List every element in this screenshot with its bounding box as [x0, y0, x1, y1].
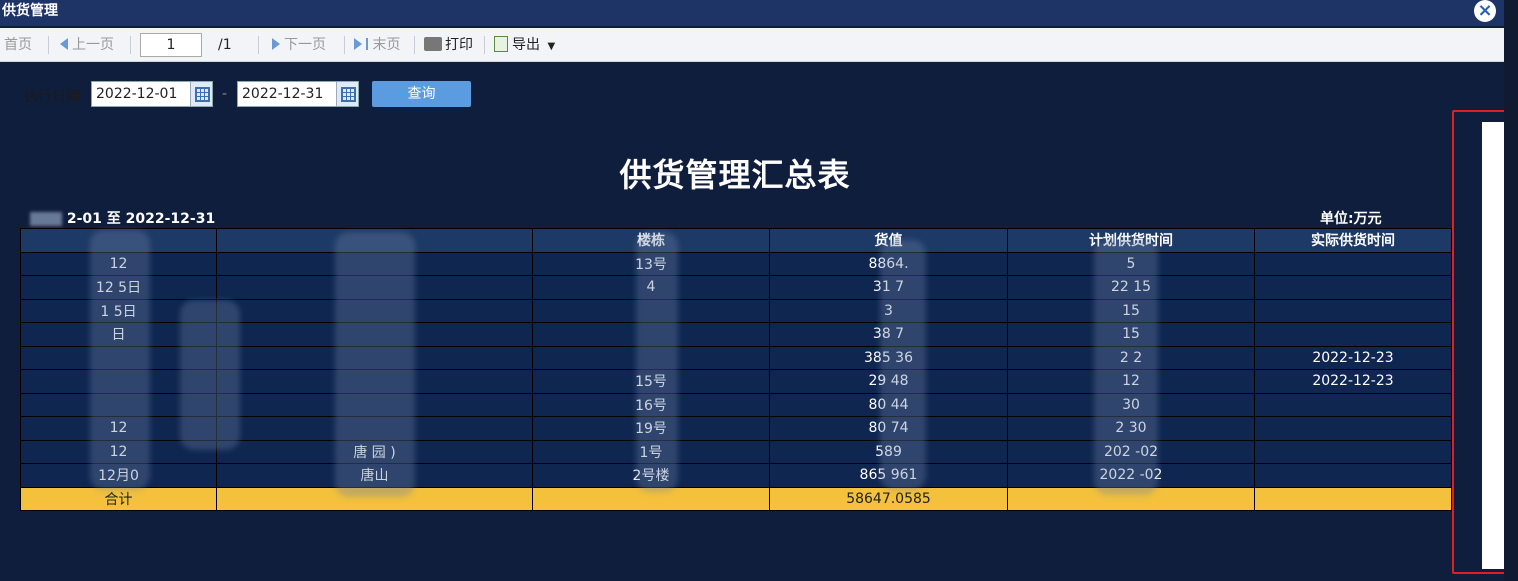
redaction-mark: [636, 232, 678, 492]
date-to-value: 2022-12-31: [242, 86, 324, 102]
prev-page-label: 上一页: [72, 37, 114, 53]
next-page-button[interactable]: 下一页: [272, 36, 326, 54]
redaction-mark: [1094, 240, 1158, 495]
total-row: 合计 58647.0585: [20, 486, 1452, 511]
redaction-mark: [880, 240, 926, 490]
last-page-label: 末页: [372, 37, 401, 53]
next-page-label: 下一页: [284, 37, 326, 53]
page-number-input[interactable]: 1: [140, 33, 202, 57]
redaction-mark: [90, 230, 150, 490]
redacted-text: [30, 212, 62, 226]
report-title: 供货管理汇总表: [619, 156, 851, 194]
toolbar-divider: [48, 36, 49, 54]
export-label: 导出: [512, 37, 540, 53]
last-page-button[interactable]: 末页: [354, 36, 400, 54]
date-separator: -: [222, 86, 228, 102]
table-cell: [1254, 298, 1452, 323]
toolbar-divider: [414, 36, 415, 54]
toolbar-divider: [258, 36, 259, 54]
calendar-icon[interactable]: [190, 82, 212, 106]
prev-arrow-icon: [60, 38, 68, 50]
report-date-range-text: 2-01 至 2022-12-31: [66, 211, 216, 227]
calendar-icon[interactable]: [336, 82, 358, 106]
first-page-button[interactable]: 首页: [4, 36, 32, 54]
print-label: 打印: [445, 37, 473, 53]
highlight-frame: [1452, 110, 1506, 574]
total-value: 58647.0585: [769, 486, 1008, 511]
last-arrow-icon: [354, 38, 362, 50]
supply-management-window: 供货管理 × 首页 上一页 1 /1 下一页 末页 打印 导出 ▼ 执行日期 2…: [0, 0, 1506, 581]
table-cell: 2022-12-23: [1254, 369, 1452, 394]
page-total: /1: [218, 37, 232, 53]
table-cell: 2022-12-23: [1254, 345, 1452, 370]
first-page-label: 首页: [4, 37, 32, 53]
table-cell: [1254, 275, 1452, 300]
report-date-range: 2-01 至 2022-12-31: [30, 208, 215, 228]
toolbar-divider: [344, 36, 345, 54]
table-cell: [1254, 439, 1452, 464]
query-button[interactable]: 查询: [372, 81, 471, 107]
table-cell: [1254, 392, 1452, 417]
table-cell: [1254, 486, 1452, 511]
execution-date-label: 执行日期: [24, 89, 80, 105]
chevron-down-icon: ▼: [547, 41, 556, 52]
column-header: 实际供货时间: [1254, 228, 1452, 253]
table-cell: [1254, 322, 1452, 347]
table-row: 12月0 唐山 2号楼 865 961 2022 -02: [20, 463, 1452, 488]
last-bar-icon: [366, 38, 368, 50]
prev-page-button[interactable]: 上一页: [60, 36, 114, 54]
background-page-strip: [1504, 0, 1518, 581]
export-button[interactable]: 导出 ▼: [494, 36, 555, 54]
close-icon[interactable]: ×: [1474, 0, 1496, 22]
table-header-row: 楼栋 货值 计划供货时间 实际供货时间: [20, 228, 1452, 253]
table-cell: [1254, 463, 1452, 488]
window-title: 供货管理: [2, 3, 58, 19]
total-label: 合计: [20, 486, 217, 511]
toolbar-divider: [484, 36, 485, 54]
export-icon: [494, 36, 508, 52]
report-unit: 单位:万元: [1320, 211, 1382, 227]
redaction-mark: [335, 232, 415, 497]
table-cell: [1254, 416, 1452, 441]
print-button[interactable]: 打印: [424, 36, 473, 54]
table-row: 12 13号 8864. 5: [20, 251, 1452, 276]
date-from-field[interactable]: 2022-12-01: [91, 81, 213, 107]
next-arrow-icon: [272, 38, 280, 50]
window-titlebar: 供货管理 ×: [0, 0, 1504, 26]
printer-icon: [424, 37, 442, 51]
table-row: 12 5日 4 31 7 22 15: [20, 275, 1452, 300]
date-to-field[interactable]: 2022-12-31: [237, 81, 359, 107]
toolbar-divider: [130, 36, 131, 54]
date-from-value: 2022-12-01: [96, 86, 178, 102]
redaction-mark: [180, 300, 240, 450]
report-toolbar: 首页 上一页 1 /1 下一页 末页 打印 导出 ▼: [0, 28, 1504, 62]
table-cell: [1254, 251, 1452, 276]
